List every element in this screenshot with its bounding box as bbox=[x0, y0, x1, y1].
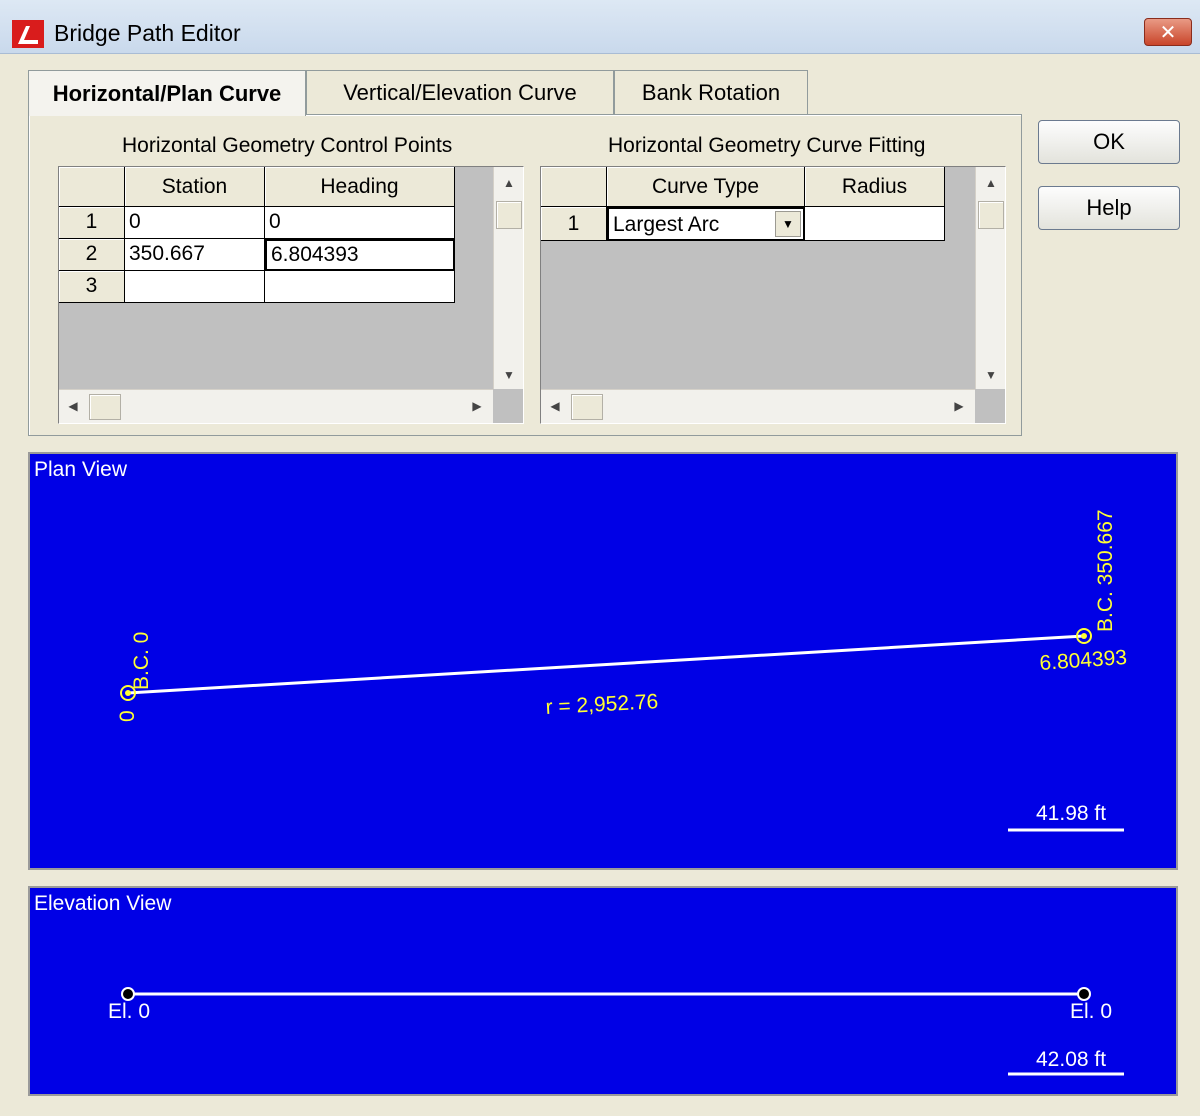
plan-view-canvas: B.C. 0 0 B.C. 350.667 6.804393 r = 2,952… bbox=[116, 509, 1128, 832]
station-column-header[interactable]: Station bbox=[125, 167, 265, 207]
heading-cell[interactable] bbox=[265, 271, 455, 303]
grid-corner-header bbox=[541, 167, 607, 207]
horizontal-scrollbar[interactable]: ◀ ▶ bbox=[59, 389, 493, 423]
scroll-right-icon[interactable]: ▶ bbox=[467, 396, 487, 416]
radius-cell[interactable] bbox=[805, 207, 945, 241]
vertical-scrollbar[interactable]: ▲ ▼ bbox=[975, 167, 1005, 389]
plan-scale-label: 41.98 ft bbox=[1036, 802, 1106, 825]
plan-view[interactable]: Plan View B.C. 0 0 B.C. 350.667 6.804393… bbox=[28, 452, 1178, 870]
scroll-right-icon[interactable]: ▶ bbox=[949, 396, 969, 416]
start-station-label: B.C. 0 bbox=[130, 632, 153, 690]
scroll-down-icon[interactable]: ▼ bbox=[981, 365, 1001, 385]
vertical-scrollbar[interactable]: ▲ ▼ bbox=[493, 167, 523, 389]
row-header[interactable]: 2 bbox=[59, 239, 125, 271]
station-cell[interactable]: 0 bbox=[125, 207, 265, 239]
elevation-view-canvas: El. 0 El. 0 42.08 ft bbox=[108, 987, 1124, 1076]
scroll-up-icon[interactable]: ▲ bbox=[499, 173, 519, 193]
elevation-view[interactable]: Elevation View El. 0 El. 0 42.08 ft bbox=[28, 886, 1178, 1096]
scroll-thumb[interactable] bbox=[89, 394, 121, 420]
elevation-end-node-icon bbox=[1077, 987, 1091, 1001]
elevation-scale-label: 42.08 ft bbox=[1036, 1048, 1106, 1071]
tab-label: Bank Rotation bbox=[641, 79, 781, 105]
radius-column-header[interactable]: Radius bbox=[805, 167, 945, 207]
plan-path-line bbox=[127, 634, 1085, 695]
control-points-title: Horizontal Geometry Control Points bbox=[122, 134, 453, 157]
curve-type-column-header[interactable]: Curve Type bbox=[607, 167, 805, 207]
tab-bank-rotation[interactable]: Bank Rotation bbox=[614, 70, 808, 114]
radius-label: r = 2,952.76 bbox=[545, 690, 659, 719]
chevron-down-icon[interactable]: ▼ bbox=[775, 211, 801, 237]
ok-button[interactable]: OK bbox=[1038, 120, 1180, 164]
scroll-thumb[interactable] bbox=[571, 394, 603, 420]
title-bar: Bridge Path Editor ✕ bbox=[0, 0, 1200, 54]
scroll-up-icon[interactable]: ▲ bbox=[981, 173, 1001, 193]
tab-label: Horizontal/Plan Curve bbox=[52, 80, 282, 106]
station-cell[interactable] bbox=[125, 271, 265, 303]
end-station-label: B.C. 350.667 bbox=[1094, 509, 1117, 632]
curve-fitting-grid: Curve Type Radius 1 Largest Arc ▼ ▲ ▼ ◀ … bbox=[540, 166, 1006, 424]
tab-label: Vertical/Elevation Curve bbox=[343, 79, 577, 105]
scroll-down-icon[interactable]: ▼ bbox=[499, 365, 519, 385]
curve-type-value: Largest Arc bbox=[613, 213, 720, 236]
curve-type-dropdown[interactable]: Largest Arc ▼ bbox=[607, 207, 805, 241]
elevation-start-node-icon bbox=[121, 987, 135, 1001]
elevation-end-label: El. 0 bbox=[1070, 1000, 1112, 1023]
heading-cell[interactable]: 0 bbox=[265, 207, 455, 239]
scroll-thumb[interactable] bbox=[496, 201, 522, 229]
heading-cell-selected[interactable]: 6.804393 bbox=[265, 239, 455, 271]
app-logo-icon bbox=[12, 20, 44, 48]
scroll-thumb[interactable] bbox=[978, 201, 1004, 229]
grid-corner-header bbox=[59, 167, 125, 207]
row-header[interactable]: 1 bbox=[59, 207, 125, 239]
tab-horizontal-plan-curve[interactable]: Horizontal/Plan Curve bbox=[28, 70, 306, 116]
start-heading-label: 0 bbox=[116, 710, 139, 722]
window-title: Bridge Path Editor bbox=[54, 20, 241, 46]
horizontal-scrollbar[interactable]: ◀ ▶ bbox=[541, 389, 975, 423]
tab-vertical-elevation-curve[interactable]: Vertical/Elevation Curve bbox=[306, 70, 614, 114]
close-button[interactable]: ✕ bbox=[1144, 18, 1192, 46]
end-heading-label: 6.804393 bbox=[1039, 646, 1128, 675]
control-points-grid: Station Heading 1 0 0 2 350.667 6.804393… bbox=[58, 166, 524, 424]
row-header[interactable]: 1 bbox=[541, 207, 607, 241]
scroll-left-icon[interactable]: ◀ bbox=[63, 396, 83, 416]
help-button[interactable]: Help bbox=[1038, 186, 1180, 230]
heading-column-header[interactable]: Heading bbox=[265, 167, 455, 207]
curve-fitting-title: Horizontal Geometry Curve Fitting bbox=[608, 134, 926, 157]
scroll-left-icon[interactable]: ◀ bbox=[545, 396, 565, 416]
row-header[interactable]: 3 bbox=[59, 271, 125, 303]
station-cell[interactable]: 350.667 bbox=[125, 239, 265, 271]
close-icon: ✕ bbox=[1159, 21, 1177, 44]
elevation-start-label: El. 0 bbox=[108, 1000, 150, 1023]
